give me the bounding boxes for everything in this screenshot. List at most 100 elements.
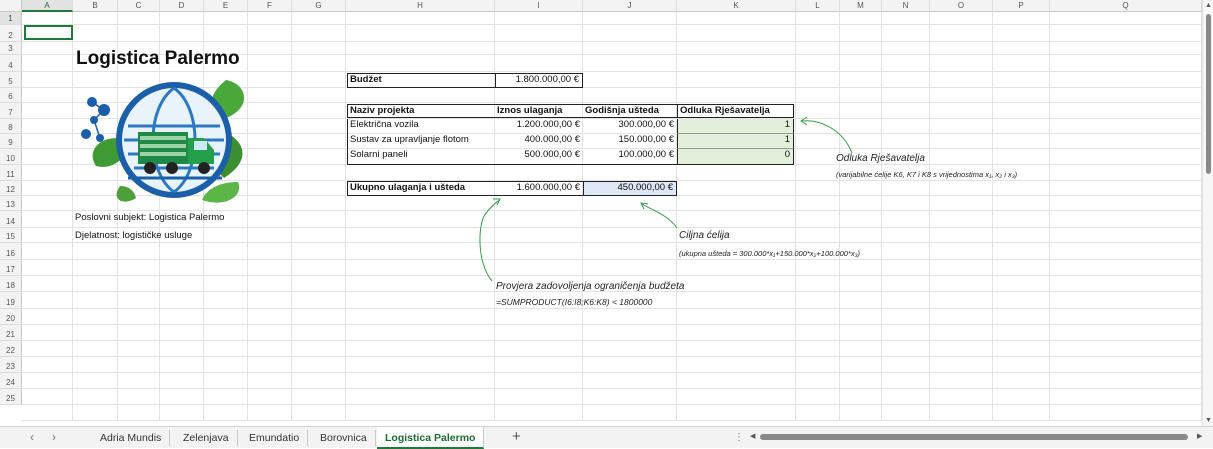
column-header-G[interactable]: G	[292, 0, 346, 12]
column-header-L[interactable]: L	[796, 0, 840, 12]
column-gridline	[929, 12, 930, 421]
column-gridline	[992, 12, 993, 421]
totals-label[interactable]: Ukupno ulaganja i ušteda	[347, 181, 495, 196]
header-saving[interactable]: Godišnja ušteda	[583, 104, 677, 118]
column-header-K[interactable]: K	[677, 0, 796, 12]
header-investment[interactable]: Iznos ulaganja	[495, 104, 583, 118]
row-header-5[interactable]: 5	[0, 72, 22, 88]
decision-cell-K7[interactable]: 1	[677, 134, 794, 149]
scroll-right-icon[interactable]: ▶	[1197, 432, 1202, 440]
row-gridline	[22, 210, 1202, 211]
spreadsheet-grid[interactable]: ABCDEFGHIJKLMNOPQ 1 2 3 4 5 6 7 8 9 10 11 12 13 14 15 1…	[0, 0, 1213, 426]
column-header-O[interactable]: O	[930, 0, 993, 12]
project-name-3[interactable]: Solarni paneli	[347, 149, 495, 165]
row-header-23[interactable]: 23	[0, 357, 22, 373]
investment-3[interactable]: 500.000,00 €	[495, 149, 583, 165]
prev-sheet-icon[interactable]: ‹	[30, 430, 34, 444]
header-project[interactable]: Naziv projekta	[347, 104, 495, 118]
row-header-10[interactable]: 10	[0, 149, 22, 165]
column-header-F[interactable]: F	[248, 0, 292, 12]
row-header-24[interactable]: 24	[0, 373, 22, 389]
target-note-subtitle: (ukupna ušteda = 300.000*x₁+150.000*x₂+1…	[679, 249, 861, 258]
column-header-N[interactable]: N	[882, 0, 930, 12]
row-header-6[interactable]: 6	[0, 88, 22, 103]
column-header-C[interactable]: C	[118, 0, 160, 12]
project-name-1[interactable]: Električna vozila	[347, 119, 495, 134]
next-sheet-icon[interactable]: ›	[52, 430, 56, 444]
select-all-corner[interactable]	[0, 0, 22, 12]
decision-cell-K6[interactable]: 1	[677, 119, 794, 134]
row-header-17[interactable]: 17	[0, 260, 22, 276]
decision-note-subtitle: (varijabilne ćelije K6, K7 i K8 s vrijed…	[836, 170, 1018, 179]
row-header-1[interactable]: 1	[0, 12, 22, 25]
row-header-3[interactable]: 3	[0, 42, 22, 55]
row-header-12[interactable]: 12	[0, 181, 22, 196]
investment-1[interactable]: 1.200.000,00 €	[495, 119, 583, 134]
saving-2[interactable]: 150.000,00 €	[583, 134, 677, 149]
row-gridline	[22, 275, 1202, 276]
column-gridline	[795, 12, 796, 421]
target-note-title: Ciljna ćelija	[679, 230, 730, 241]
column-header-H[interactable]: H	[346, 0, 495, 12]
budget-value[interactable]: 1.800.000,00 €	[495, 73, 583, 88]
row-header-20[interactable]: 20	[0, 309, 22, 325]
row-header-4[interactable]: 4	[0, 55, 22, 72]
column-gridline	[345, 12, 346, 421]
tab-emundatio[interactable]: Emundatio	[241, 430, 309, 446]
scroll-down-icon[interactable]: ▼	[1205, 417, 1212, 424]
row-header-25[interactable]: 25	[0, 389, 22, 405]
decision-cell-K8[interactable]: 0	[677, 149, 794, 165]
column-header-B[interactable]: B	[73, 0, 118, 12]
scroll-up-icon[interactable]: ▲	[1205, 2, 1212, 9]
saving-3[interactable]: 100.000,00 €	[583, 149, 677, 165]
column-header-A[interactable]: A	[22, 0, 73, 12]
row-header-15[interactable]: 15	[0, 228, 22, 243]
add-sheet-button[interactable]: +	[512, 428, 521, 445]
row-header-18[interactable]: 18	[0, 276, 22, 292]
column-gridline	[839, 12, 840, 421]
horizontal-scroll-thumb[interactable]	[760, 434, 1188, 440]
row-gridline	[22, 372, 1202, 373]
vertical-scroll-thumb[interactable]	[1206, 14, 1211, 174]
row-header-21[interactable]: 21	[0, 325, 22, 341]
row-header-8[interactable]: 8	[0, 119, 22, 134]
project-name-2[interactable]: Sustav za upravljanje flotom	[347, 134, 495, 149]
column-header-P[interactable]: P	[993, 0, 1050, 12]
column-gridline	[72, 12, 73, 421]
page-title: Logistica Palermo	[76, 48, 240, 69]
column-header-J[interactable]: J	[583, 0, 677, 12]
totals-investment[interactable]: 1.600.000,00 €	[495, 181, 583, 196]
tab-logistica-palermo[interactable]: Logistica Palermo	[377, 427, 485, 449]
column-header-E[interactable]: E	[204, 0, 248, 12]
tab-adria-mundis[interactable]: Adria Mundis	[92, 430, 171, 446]
row-header-7[interactable]: 7	[0, 103, 22, 119]
company-activity[interactable]: Djelatnost: logističke usluge	[75, 230, 335, 243]
header-decision[interactable]: Odluka Rješavatelja	[677, 104, 794, 118]
tab-split-handle-icon[interactable]: ⋮	[734, 432, 744, 443]
vertical-scrollbar[interactable]: ▲ ▼	[1202, 0, 1213, 426]
company-subject[interactable]: Poslovni subjekt: Logistica Palermo	[75, 212, 335, 225]
row-header-13[interactable]: 13	[0, 196, 22, 211]
target-cell-J10[interactable]: 450.000,00 €	[583, 181, 677, 196]
tab-borovnica[interactable]: Borovnica	[312, 430, 376, 446]
row-header-19[interactable]: 19	[0, 292, 22, 309]
row-header-22[interactable]: 22	[0, 341, 22, 357]
tab-zelenjava[interactable]: Zelenjava	[175, 430, 238, 446]
row-gridline	[22, 340, 1202, 341]
active-cell-A1[interactable]	[24, 25, 73, 40]
row-header-11[interactable]: 11	[0, 165, 22, 181]
budget-label[interactable]: Budžet	[347, 73, 496, 88]
row-header-9[interactable]: 9	[0, 134, 22, 149]
column-header-Q[interactable]: Q	[1050, 0, 1202, 12]
scroll-left-icon[interactable]: ◀	[750, 432, 755, 440]
column-gridline	[676, 12, 677, 421]
row-header-2[interactable]: 2	[0, 25, 22, 42]
investment-2[interactable]: 400.000,00 €	[495, 134, 583, 149]
column-header-I[interactable]: I	[495, 0, 583, 12]
column-header-D[interactable]: D	[160, 0, 204, 12]
row-header-14[interactable]: 14	[0, 211, 22, 228]
saving-1[interactable]: 300.000,00 €	[583, 119, 677, 134]
column-header-M[interactable]: M	[840, 0, 882, 12]
row-gridline	[22, 24, 1202, 25]
row-header-16[interactable]: 16	[0, 243, 22, 260]
